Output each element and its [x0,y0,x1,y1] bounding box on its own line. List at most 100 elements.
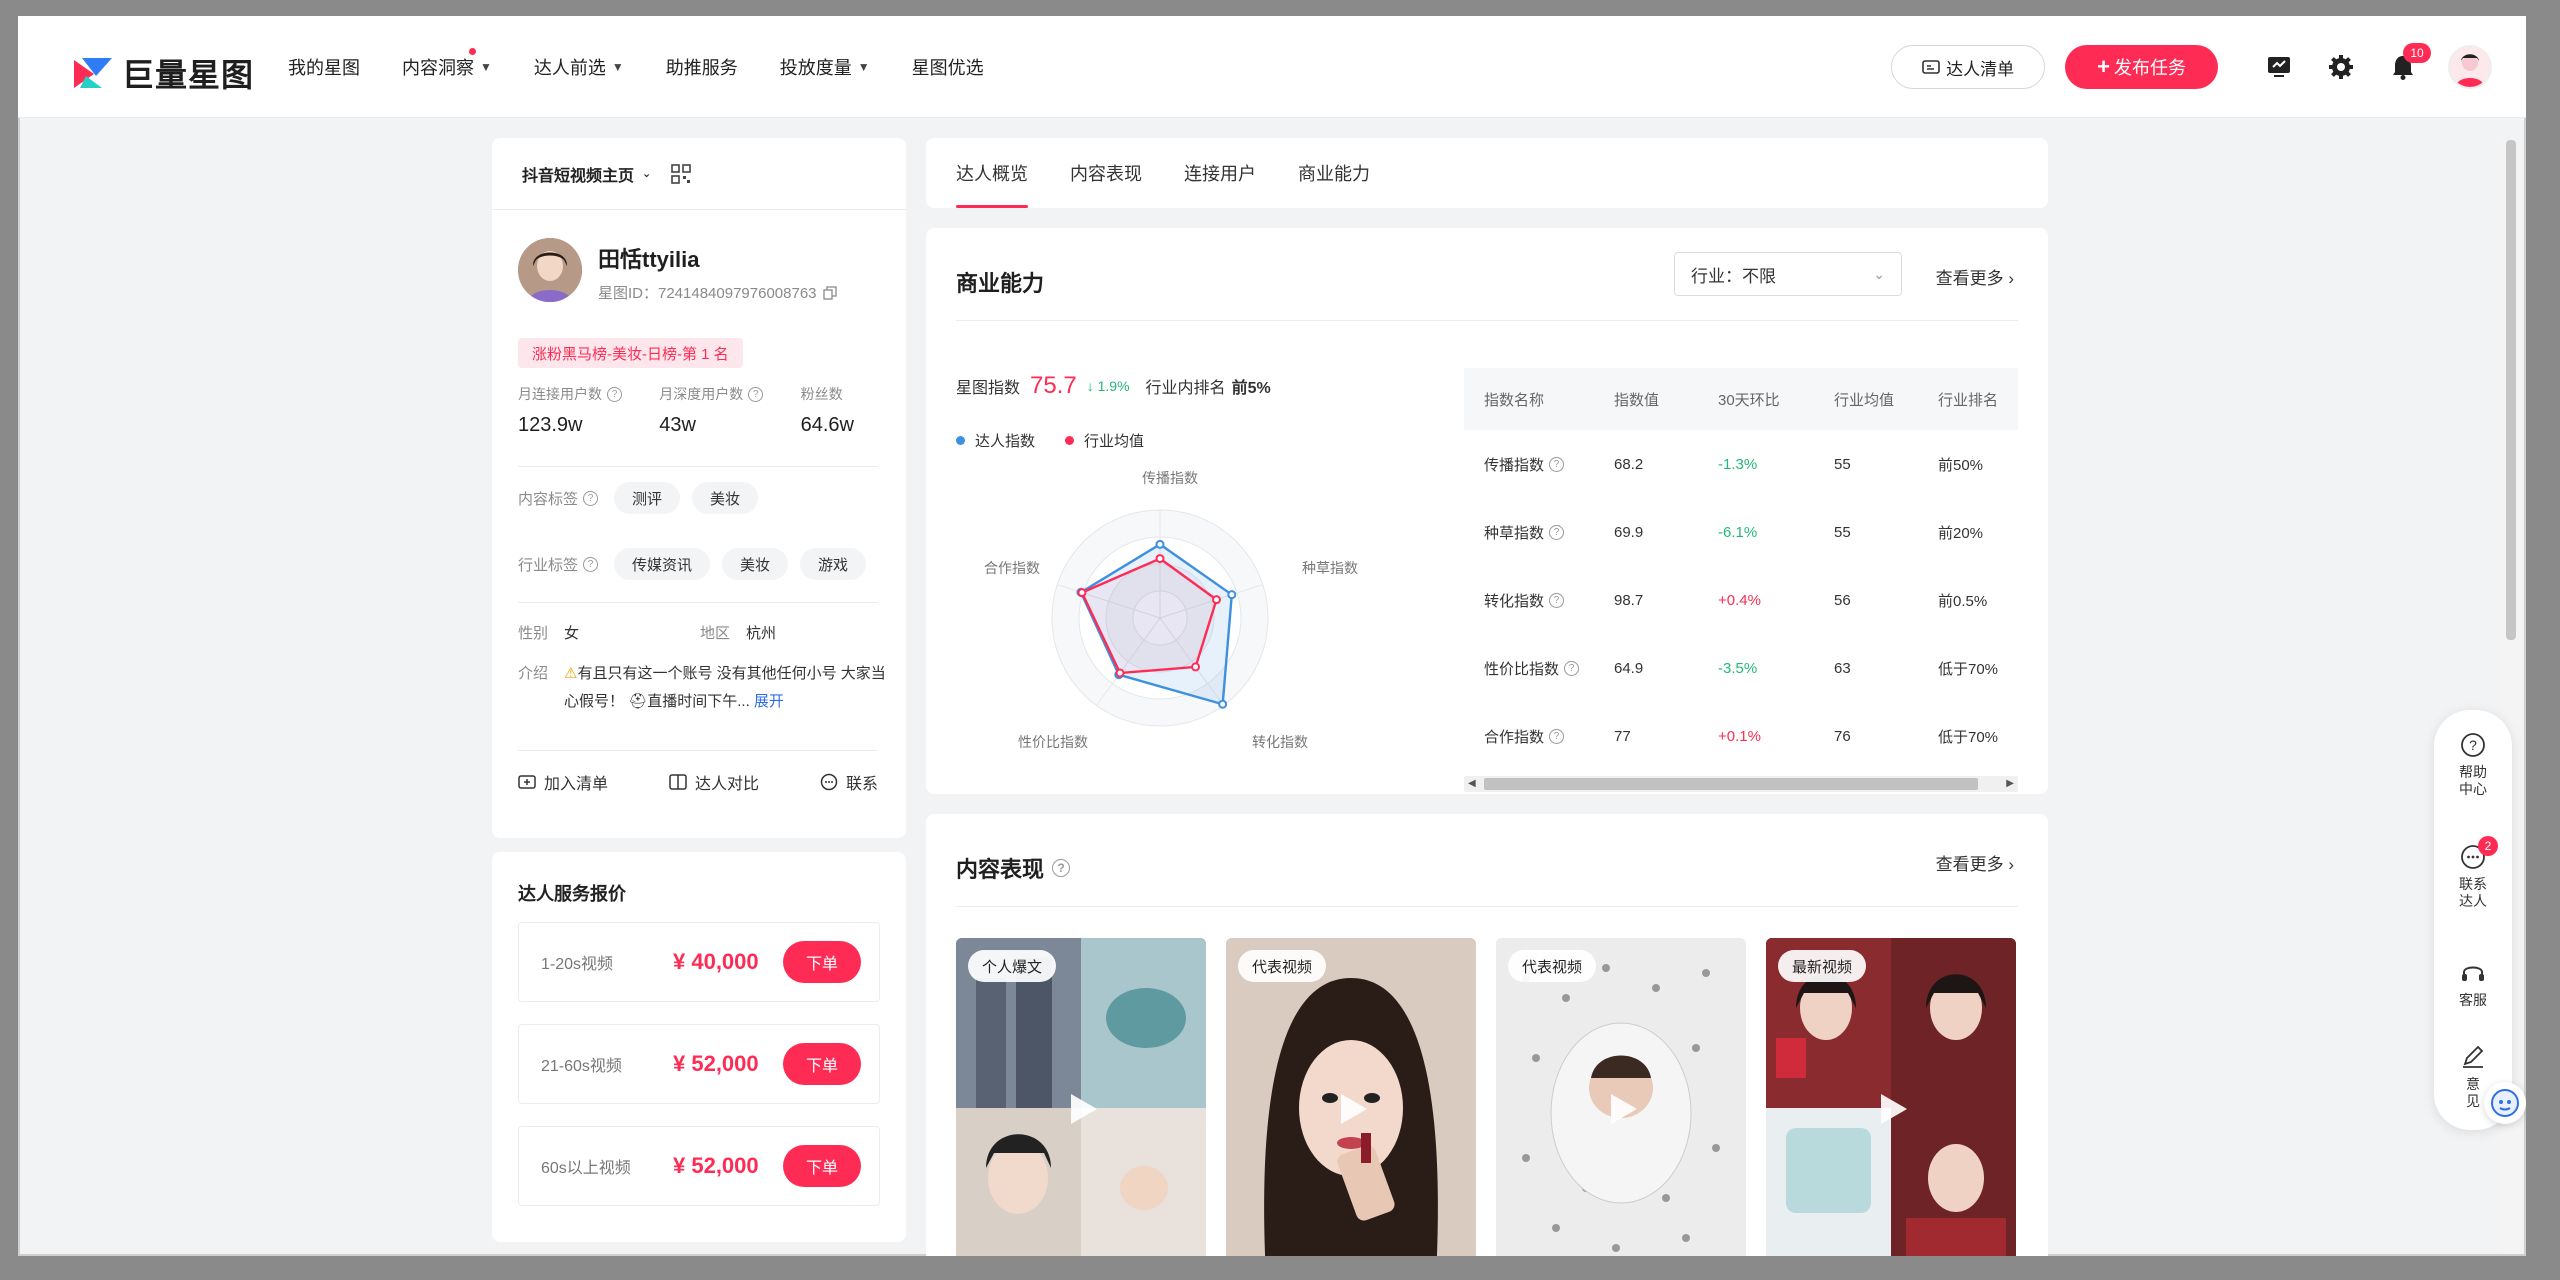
stat-monthly-deep-users: 月深度用户数? 43w [659,384,800,437]
video-card[interactable]: 代表视频 [1496,938,1746,1256]
scrollbar-thumb[interactable] [2506,140,2516,640]
industry-tag[interactable]: 游戏 [800,548,867,580]
creator-list-button[interactable]: 达人清单 [1891,45,2046,89]
radar-point [1077,588,1087,598]
gender-label: 性别 [518,625,549,642]
index-industry-rank: 低于70% [1938,660,1999,678]
help-icon[interactable]: ? [1549,592,1565,608]
index-value: 98.7 [1614,591,1644,609]
chevron-down-icon: ▼ [857,60,870,74]
nav-actions: 达人清单 + 发布任务 10 [1891,16,2492,118]
gender-value: 女 [564,625,580,642]
gear-icon[interactable] [2327,53,2355,81]
tab-business-ability[interactable]: 商业能力 [1298,138,1370,208]
compare-button[interactable]: 达人对比 [669,770,759,794]
nav-item-creator-select[interactable]: 达人前选 ▼ [534,54,624,80]
bell-icon[interactable]: 10 [2389,43,2431,81]
help-icon[interactable]: ? [583,556,599,572]
play-icon[interactable] [1333,1090,1371,1128]
tag-row-label: 内容标签 [518,490,579,508]
play-icon[interactable] [1063,1090,1101,1128]
top-navbar: 巨量星图 我的星图 内容洞察 ▼ 达人前选 ▼ 助推服务 投放度量 ▼ 星图优选 达人… [18,16,2526,118]
intro-text-part2: 直播时间下午... [647,693,750,710]
rank-tag[interactable]: 涨粉黑马榜-美妆-日榜-第 1 名 [518,338,743,368]
video-card[interactable]: 个人爆文 [956,938,1206,1256]
content-tag[interactable]: 测评 [614,482,681,514]
help-center-button[interactable]: ? 帮助中心 [2434,732,2512,798]
legend-item[interactable]: 行业均值 [1065,430,1144,451]
content-tag[interactable]: 美妆 [692,482,759,514]
help-icon[interactable]: ? [583,490,599,506]
contact-button[interactable]: 联系 [820,770,878,794]
order-button[interactable]: 下单 [783,1043,861,1085]
creator-profile-card: 抖音短视频主页 ⌄ 田恬ttyilia 星图ID：724148409797600… [492,138,906,838]
qr-code-icon[interactable] [671,163,692,184]
pricing-card: 达人服务报价 1-20s视频 ¥ 40,000 下单 21-60s视频 ¥ 52… [492,852,906,1242]
action-label: 达人对比 [694,776,759,793]
horizontal-scrollbar[interactable]: ◀ ▶ [1464,776,2018,792]
chevron-down-icon: ⌄ [1873,265,1885,282]
scroll-left-icon[interactable]: ◀ [1468,776,1476,792]
industry-tag[interactable]: 美妆 [722,548,789,580]
chevron-down-icon: ⌄ [642,168,652,180]
action-label: 加入清单 [544,776,609,793]
help-icon[interactable]: ? [1549,456,1565,472]
add-to-list-button[interactable]: 加入清单 [518,770,608,794]
assistant-bot-icon[interactable] [2484,1082,2526,1124]
industry-select[interactable]: 行业：不限 ⌄ [1674,252,1902,296]
nav-item-boost-service[interactable]: 助推服务 [666,54,738,80]
scrollbar-thumb[interactable] [1484,778,1978,790]
play-icon[interactable] [1873,1090,1911,1128]
industry-tags-row: 行业标签? 传媒资讯 美妆 游戏 [518,548,878,580]
video-card[interactable]: 代表视频 [1226,938,1476,1256]
publish-task-button[interactable]: + 发布任务 [2065,45,2218,89]
user-avatar[interactable] [2448,45,2492,89]
logo-icon [74,58,112,88]
customer-service-button[interactable]: 客服 [2434,960,2512,1009]
section-title: 商业能力 [956,271,1045,296]
see-more-link[interactable]: 查看更多 › [1936,264,2014,289]
chevron-down-icon: ▼ [480,60,492,74]
brand-logo[interactable]: 巨量星图 [72,50,254,96]
tab-overview[interactable]: 达人概览 [956,138,1028,208]
stat-label: 粉丝数 [800,386,843,402]
nav-item-measurement[interactable]: 投放度量 ▼ [780,54,870,80]
help-icon[interactable]: ? [1549,524,1565,540]
chevron-right-icon: › [2008,855,2014,874]
help-icon[interactable]: ? [1564,660,1580,676]
see-more-link[interactable]: 查看更多 › [1936,850,2014,875]
table-row: 种草指数? 69.9 -6.1% 55 前20% [1464,498,2018,566]
copy-icon[interactable] [822,285,837,300]
screen-icon[interactable] [2265,53,2293,81]
industry-tag[interactable]: 传媒资讯 [614,548,711,580]
price-label: 1-20s视频 [541,956,614,973]
order-button[interactable]: 下单 [783,941,861,983]
nav-item-xingtu-select[interactable]: 星图优选 [912,54,984,80]
legend-item[interactable]: 达人指数 [956,430,1035,451]
help-icon[interactable]: ? [607,386,622,402]
expand-link[interactable]: 展开 [754,693,784,710]
order-button[interactable]: 下单 [783,1145,861,1187]
region-label: 地区 [700,625,731,642]
platform-select[interactable]: 抖音短视频主页 ⌄ [492,138,906,210]
video-card[interactable]: 最新视频 [1766,938,2016,1256]
pricing-title: 达人服务报价 [518,884,626,904]
play-icon[interactable] [1603,1090,1641,1128]
nav-label: 星图优选 [911,58,984,78]
nav-item-content-insight[interactable]: 内容洞察 ▼ [402,48,492,80]
radar-point [1211,595,1221,605]
radar-point [1227,590,1237,600]
help-icon[interactable]: ? [748,386,764,402]
video-thumbnails: 个人爆文 代表视频 代表视频 最新视频 [956,938,2036,1256]
tab-connected-users[interactable]: 连接用户 [1184,138,1256,208]
tab-content-performance[interactable]: 内容表现 [1070,138,1142,208]
contact-creator-button[interactable]: 2 联系达人 [2434,836,2512,910]
help-icon[interactable]: ? [1052,859,1071,877]
scroll-right-icon[interactable]: ▶ [2006,776,2014,792]
help-icon[interactable]: ? [1549,728,1565,744]
index-name: 种草指数 [1484,524,1545,542]
index-industry-rank: 前50% [1938,456,1984,474]
table-row: 传播指数? 68.2 -1.3% 55 前50% [1464,430,2018,498]
nav-item-my-xingtu[interactable]: 我的星图 [288,54,360,80]
contact-badge: 2 [2478,836,2498,856]
